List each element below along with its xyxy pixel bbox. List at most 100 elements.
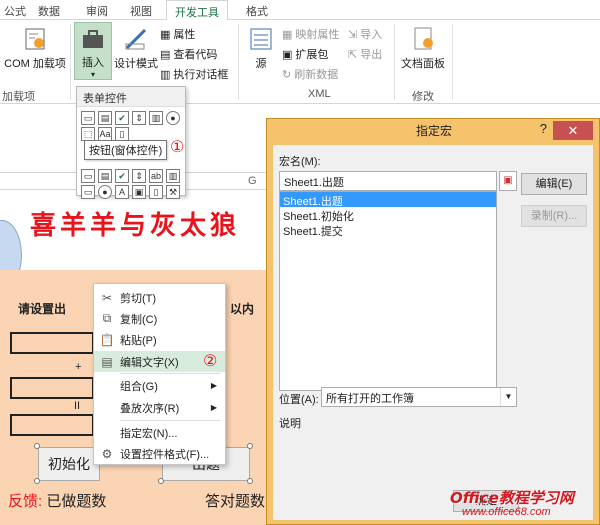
activex-text-icon[interactable]: ab: [149, 169, 163, 183]
expansion-pack-label: 扩展包: [295, 49, 329, 61]
menu-item-label: 编辑文字(X): [120, 356, 179, 369]
column-g-header: G: [248, 175, 257, 187]
spinner-icon[interactable]: ⇕: [132, 111, 146, 125]
map-properties-label: 映射属性: [295, 29, 340, 41]
import-button[interactable]: ⇲ 导入: [348, 26, 382, 42]
resize-handle[interactable]: [247, 443, 253, 449]
activex-list-icon[interactable]: ▥: [166, 169, 180, 183]
equals-sign: II: [74, 400, 81, 412]
expansion-pack-icon: ▣: [282, 48, 293, 61]
answer-box[interactable]: [10, 414, 94, 436]
menu-item-paste[interactable]: 📋 粘贴(P): [94, 329, 225, 350]
resize-handle[interactable]: [247, 478, 253, 484]
edit-text-icon: ▤: [101, 354, 113, 369]
watermark-url: www.office68.com: [462, 506, 551, 518]
menu-item-label: 组合(G): [120, 380, 158, 393]
collapse-dialog-icon[interactable]: ▣: [499, 171, 517, 191]
edit-button[interactable]: 编辑(E): [521, 173, 587, 195]
prompt-text-right: 以内: [230, 302, 255, 316]
context-menu: ✂ 剪切(T) ⧉ 复制(C) 📋 粘贴(P) ▤ 编辑文字(X) 组合(G) ▶ 叠放次…: [93, 283, 226, 465]
activex-spinner-icon[interactable]: ⇕: [132, 169, 146, 183]
list-box-icon[interactable]: ▥: [149, 111, 163, 125]
feedback-row: 反馈: 已做题数: [8, 490, 106, 511]
help-button[interactable]: ?: [540, 121, 547, 136]
prompt-text-left: 请设置出: [18, 302, 67, 316]
chevron-right-icon: ▶: [210, 381, 217, 390]
expansion-pack-button[interactable]: ▣ 扩展包: [282, 46, 328, 62]
export-button[interactable]: ⇱ 导出: [348, 46, 382, 62]
format-control-icon: ⚙: [101, 446, 113, 461]
macro-list-item[interactable]: Sheet1.提交: [280, 222, 496, 238]
menu-item-order[interactable]: 叠放次序(R) ▶: [94, 397, 225, 418]
feedback-correct: 答对题数: [205, 493, 266, 510]
activex-controls-row: ▭ ● A ▣ ▯ ⚒: [81, 185, 180, 199]
assign-macro-dialog: 指定宏 ? ✕ 宏名(M): Sheet1.出题 ▣ Sheet1.出题 She…: [266, 118, 600, 525]
document-panel-icon: [414, 27, 433, 50]
dialog-title: 指定宏: [415, 124, 452, 138]
resize-handle[interactable]: [34, 478, 40, 484]
group-box-icon[interactable]: ⬚: [81, 127, 95, 141]
menu-separator: [120, 420, 220, 421]
activex-label-icon[interactable]: A: [115, 185, 129, 199]
scroll-bar-icon[interactable]: ▯: [115, 127, 129, 141]
feedback-label: 反馈:: [8, 493, 43, 510]
menu-item-label: 复制(C): [120, 313, 158, 326]
macro-name-label: 宏名(M):: [279, 156, 321, 168]
document-panel-button[interactable]: 文档面板: [398, 26, 448, 71]
plus-sign: +: [75, 361, 82, 373]
macro-list[interactable]: Sheet1.出题 Sheet1.初始化 Sheet1.提交: [279, 191, 497, 391]
combo-box-icon[interactable]: ▤: [98, 111, 112, 125]
form-controls-row: ⬚ Aa ▯: [81, 127, 129, 141]
activex-checkbox-icon[interactable]: ✔: [115, 169, 129, 183]
menu-item-format-control[interactable]: ⚙ 设置控件格式(F)...: [94, 443, 225, 464]
activex-scroll-icon[interactable]: ▯: [149, 185, 163, 199]
activex-option-icon[interactable]: ●: [98, 185, 112, 199]
macro-name-input[interactable]: Sheet1.出题: [279, 171, 497, 191]
record-button[interactable]: 录制(R)...: [521, 205, 587, 227]
operand-box-2[interactable]: [10, 377, 94, 399]
xml-group-label: XML: [308, 88, 331, 100]
activex-combo-icon[interactable]: ▤: [98, 169, 112, 183]
more-controls-icon[interactable]: ⚒: [166, 185, 180, 199]
export-label: 导出: [360, 49, 383, 61]
copy-icon: ⧉: [102, 311, 112, 325]
menu-item-label: 剪切(T): [120, 292, 157, 305]
location-select[interactable]: 所有打开的工作簿 ▼: [321, 387, 517, 407]
resize-handle[interactable]: [34, 443, 40, 449]
chevron-right-icon: ▶: [210, 403, 217, 412]
import-icon: ⇲: [348, 28, 358, 41]
menu-item-label: 粘贴(P): [120, 334, 157, 347]
label-icon[interactable]: Aa: [98, 127, 112, 141]
watermark: Office教程学习网: [450, 489, 574, 507]
resize-handle[interactable]: [158, 478, 164, 484]
button-control-icon[interactable]: ▭: [81, 111, 95, 125]
activex-image-icon[interactable]: ▣: [132, 185, 146, 199]
menu-item-assign-macro[interactable]: 指定宏(N)...: [94, 422, 225, 443]
location-label: 位置(A):: [279, 394, 319, 406]
macro-list-item[interactable]: Sheet1.出题: [280, 192, 496, 208]
sheet-title: 喜羊羊与灰太狼: [30, 211, 241, 241]
menu-item-label: 设置控件格式(F)...: [120, 448, 210, 461]
refresh-data-label: 刷新数据: [294, 69, 339, 81]
close-button[interactable]: ✕: [553, 121, 593, 140]
activex-controls-row: ▭ ▤ ✔ ⇕ ab ▥: [81, 169, 180, 183]
operand-box-1[interactable]: [10, 332, 94, 354]
feedback-done: 已做题数: [46, 493, 107, 510]
button-tooltip: 按钮(窗体控件): [84, 140, 168, 160]
ribbon-separator: [394, 24, 395, 100]
init-button[interactable]: 初始化: [38, 447, 100, 481]
activex-button-icon[interactable]: ▭: [81, 169, 95, 183]
map-properties-button[interactable]: ▦ 映射属性: [282, 26, 339, 42]
checkbox-icon[interactable]: ✔: [115, 111, 129, 125]
step-marker-1: ①: [170, 139, 185, 156]
macro-list-item[interactable]: Sheet1.初始化: [280, 207, 496, 223]
menu-item-copy[interactable]: ⧉ 复制(C): [94, 308, 225, 329]
refresh-data-button[interactable]: ↻ 刷新数据: [282, 66, 338, 82]
ribbon-separator: [452, 24, 453, 100]
menu-item-group[interactable]: 组合(G) ▶: [94, 375, 225, 396]
menu-item-cut[interactable]: ✂ 剪切(T): [94, 287, 225, 308]
option-button-icon[interactable]: ●: [166, 111, 180, 125]
menu-item-label: 叠放次序(R): [120, 402, 180, 415]
activex-toggle-icon[interactable]: ▭: [81, 185, 95, 199]
scissors-icon: ✂: [101, 290, 113, 305]
